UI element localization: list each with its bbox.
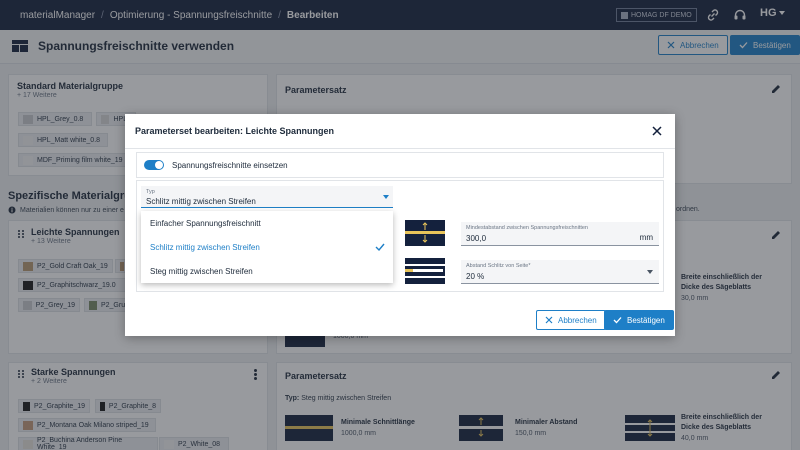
- min-distance-field-unit: mm: [639, 233, 653, 242]
- slot-side-icon: [405, 264, 445, 278]
- dialog-divider: [125, 148, 675, 149]
- stress-relief-toggle[interactable]: [144, 160, 164, 170]
- slot-side-distance-value: 20 %: [466, 272, 485, 281]
- check-icon: [375, 243, 385, 252]
- slot-arrow-icon: [405, 222, 445, 243]
- type-option-simple[interactable]: Einfacher Spannungsfreischnitt: [141, 211, 393, 235]
- type-dropdown-menu: Einfacher Spannungsfreischnitt Schlitz m…: [141, 211, 393, 283]
- min-distance-field-value: 300,0: [466, 234, 487, 243]
- slot-side-distance-label: Abstand Schlitz von Seite*: [466, 263, 531, 269]
- dialog-cancel-label: Abbrechen: [558, 315, 597, 325]
- min-distance-field-label: Mindestabstand zwischen Spannungsfreisch…: [466, 225, 588, 231]
- dialog-title: Parameterset bearbeiten: Leichte Spannun…: [135, 126, 335, 136]
- type-option-slot-center[interactable]: Schlitz mittig zwischen Streifen: [141, 235, 393, 259]
- close-icon: [545, 316, 553, 324]
- type-option-label: Einfacher Spannungsfreischnitt: [150, 218, 261, 228]
- close-icon[interactable]: [651, 125, 663, 137]
- dialog-cancel-button[interactable]: Abbrechen: [536, 310, 606, 330]
- toggle-section: Spannungsfreischnitte einsetzen: [136, 152, 664, 178]
- dialog-confirm-label: Bestätigen: [627, 315, 665, 325]
- type-option-web-center[interactable]: Steg mittig zwischen Streifen: [141, 259, 393, 283]
- type-select-value: Schlitz mittig zwischen Streifen: [146, 197, 256, 206]
- check-icon: [613, 317, 622, 324]
- type-select[interactable]: Typ Schlitz mittig zwischen Streifen: [141, 186, 393, 208]
- type-select-label: Typ: [146, 189, 155, 195]
- chevron-down-icon: [647, 270, 653, 274]
- dialog-confirm-button[interactable]: Bestätigen: [604, 310, 674, 330]
- type-option-label: Schlitz mittig zwischen Streifen: [150, 242, 260, 252]
- slot-side-illustration: [405, 258, 445, 284]
- slot-distance-illustration: [405, 220, 445, 246]
- chevron-down-icon: [383, 195, 389, 199]
- toggle-label: Spannungsfreischnitte einsetzen: [172, 161, 288, 170]
- min-distance-field[interactable]: Mindestabstand zwischen Spannungsfreisch…: [461, 222, 659, 246]
- type-option-label: Steg mittig zwischen Streifen: [150, 266, 253, 276]
- slot-side-distance-select[interactable]: Abstand Schlitz von Seite* 20 %: [461, 260, 659, 284]
